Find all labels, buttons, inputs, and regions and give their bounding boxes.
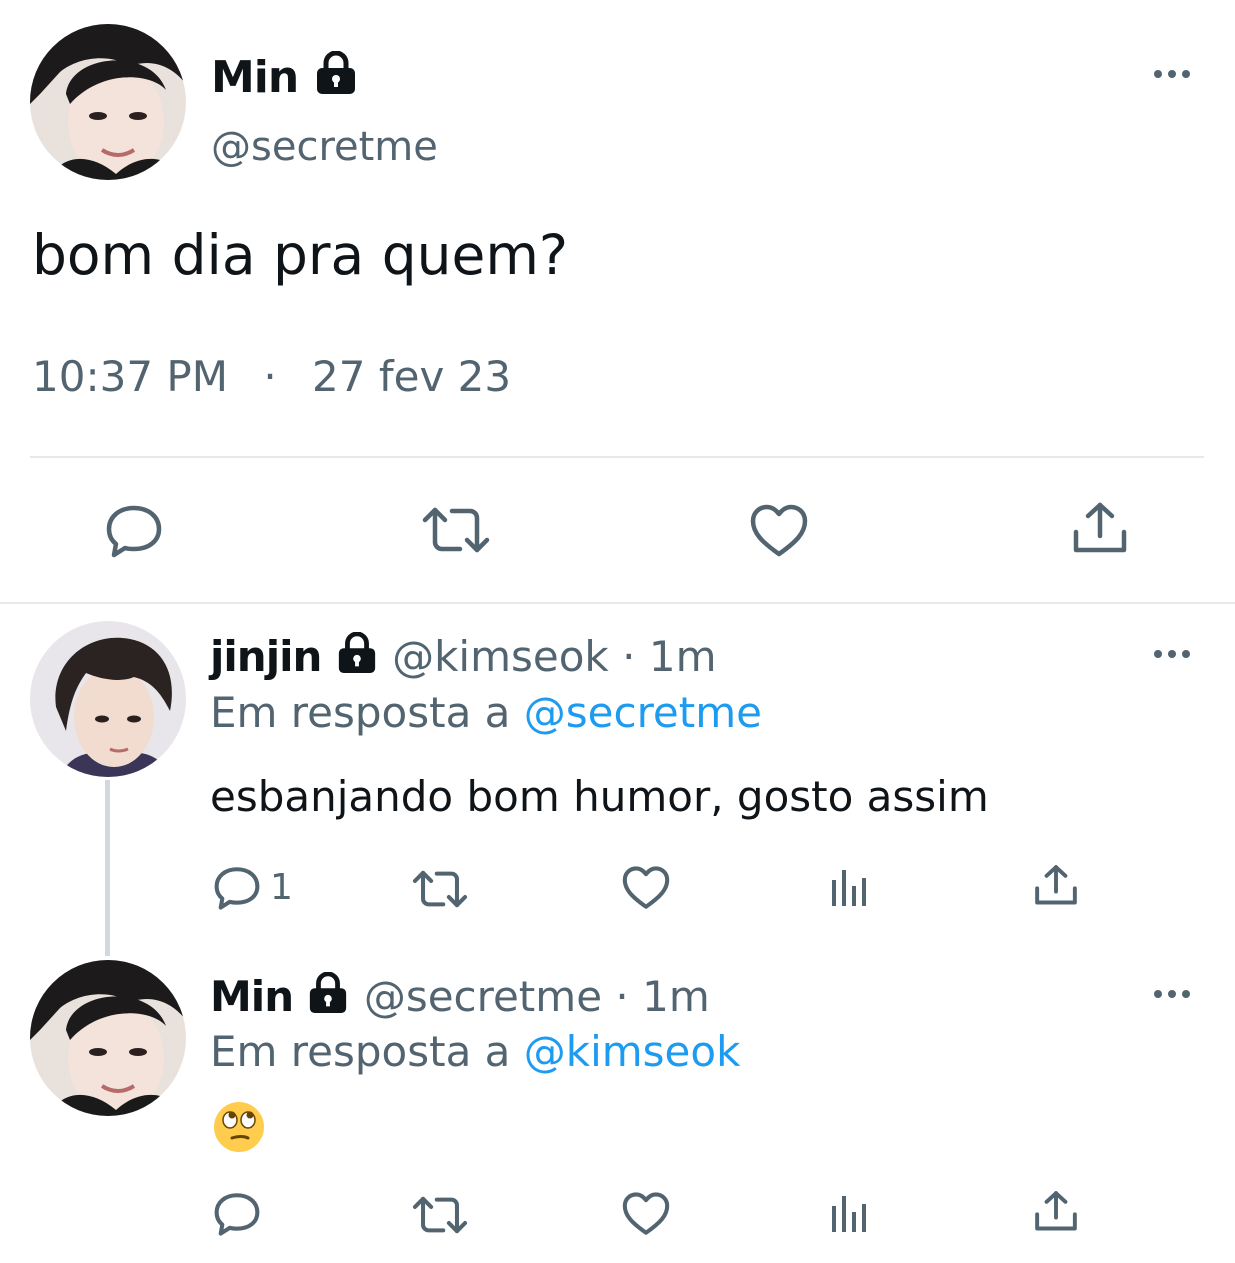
reply-context: Em resposta a @kimseok (210, 1031, 740, 1073)
reply-icon[interactable] (106, 504, 162, 558)
reply-author-name[interactable]: jinjin (210, 632, 322, 681)
reply-age[interactable]: 1m (642, 972, 710, 1021)
thread-line (105, 780, 110, 956)
lock-icon (335, 631, 379, 681)
reply-header: jinjin @kimseok · 1m (210, 631, 716, 681)
meta-separator: · (615, 972, 629, 1021)
tweet-text: bom dia pra quem? (32, 223, 569, 287)
face-with-rolling-eyes-emoji: 🙄 (212, 1100, 266, 1154)
author-name[interactable]: Min (211, 50, 359, 103)
heart-icon[interactable] (622, 866, 670, 910)
reply-count: 1 (270, 867, 293, 908)
more-icon[interactable] (1152, 68, 1192, 80)
reply-to-link[interactable]: @secretme (524, 688, 762, 737)
lock-icon (313, 50, 359, 103)
reply-icon[interactable] (214, 1192, 260, 1236)
reply-age[interactable]: 1m (649, 632, 717, 681)
share-icon[interactable] (1072, 502, 1128, 556)
more-icon[interactable] (1152, 988, 1192, 1000)
reply-to-link[interactable]: @kimseok (524, 1027, 741, 1076)
retweet-icon[interactable] (422, 504, 490, 556)
share-icon[interactable] (1034, 1190, 1078, 1234)
reply-text: esbanjando bom humor, gosto assim (210, 772, 989, 821)
share-icon[interactable] (1034, 864, 1078, 908)
reply-header: Min @secretme · 1m (210, 971, 710, 1021)
reply-author-handle[interactable]: @secretme (364, 972, 602, 1021)
reply-context: Em resposta a @secretme (210, 692, 762, 734)
retweet-icon[interactable] (412, 1194, 468, 1236)
reply-prefix: Em resposta a (210, 1027, 511, 1076)
tweet-timestamp[interactable]: 10:37 PM · 27 fev 23 (32, 356, 511, 398)
section-divider (0, 602, 1235, 604)
tweet-time: 10:37 PM (32, 352, 228, 401)
reply-icon[interactable] (214, 866, 260, 910)
timestamp-separator: · (263, 352, 277, 401)
heart-icon[interactable] (750, 504, 808, 558)
views-icon[interactable] (830, 866, 870, 908)
reply-prefix: Em resposta a (210, 688, 511, 737)
retweet-icon[interactable] (412, 868, 468, 910)
meta-separator: · (622, 632, 636, 681)
author-handle[interactable]: @secretme (211, 127, 438, 167)
reply-avatar[interactable] (30, 960, 186, 1116)
reply-author-handle[interactable]: @kimseok (392, 632, 609, 681)
heart-icon[interactable] (622, 1192, 670, 1236)
lock-icon (306, 971, 350, 1021)
reply-author-name[interactable]: Min (210, 972, 294, 1021)
tweet-date: 27 fev 23 (312, 352, 512, 401)
author-avatar[interactable] (30, 24, 186, 180)
reply-avatar[interactable] (30, 621, 186, 777)
views-icon[interactable] (830, 1192, 870, 1234)
divider (30, 456, 1204, 458)
more-icon[interactable] (1152, 648, 1192, 660)
